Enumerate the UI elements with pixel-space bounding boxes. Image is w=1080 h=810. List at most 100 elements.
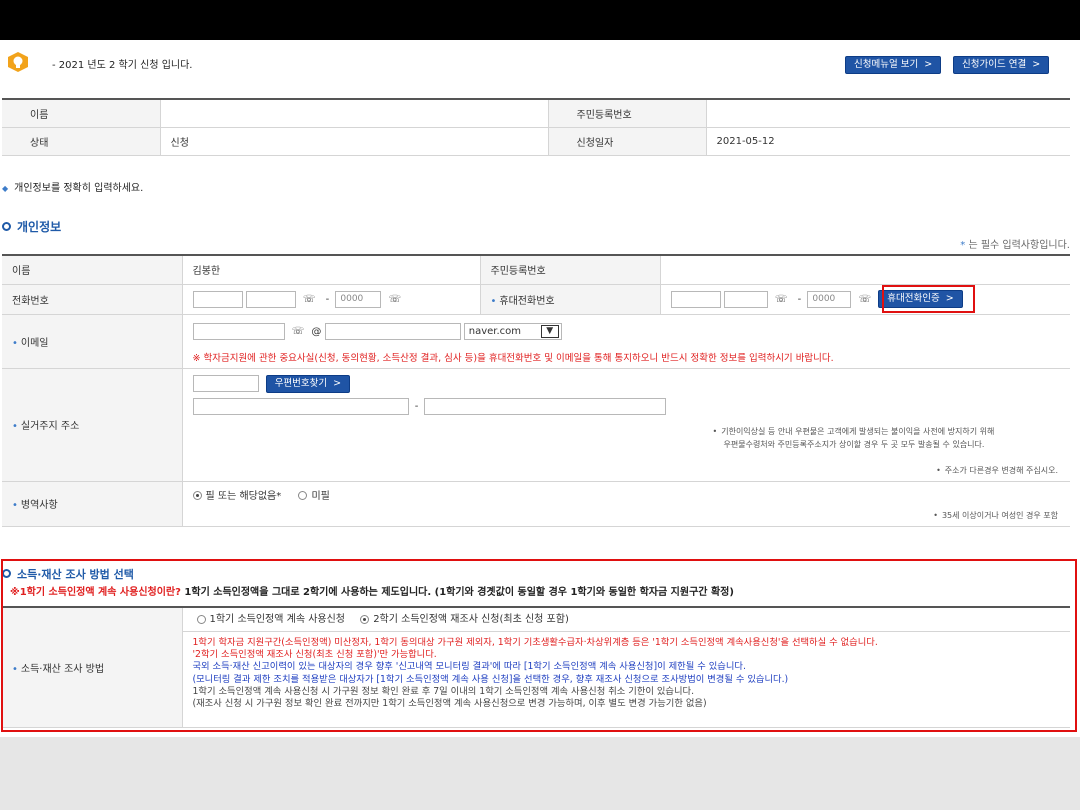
- military-option-2[interactable]: 미필: [298, 490, 330, 502]
- phone-prefix-input[interactable]: [245, 290, 296, 308]
- email-domain-value: naver.com: [468, 325, 522, 337]
- dash: -: [325, 293, 330, 305]
- status-value: 신청: [160, 127, 549, 156]
- guide-button-label: 신청가이드 연결: [962, 59, 1027, 70]
- address-note-3: • 주소가 다른경우 변경해 주십시오.: [936, 465, 1058, 476]
- rrn-value: [706, 99, 1070, 128]
- email-field-group: ☏ @ naver.com ▼ ※ 학자금지원에 관한 중요사실(신청, 동의현황…: [182, 314, 1070, 369]
- required-note-text: 는 필수 입력사항입니다.: [968, 240, 1070, 251]
- military-note-text: 35세 이상이거나 여성인 경우 포함: [941, 510, 1058, 520]
- diamond-icon: ◆: [2, 184, 9, 193]
- bullet-dot: •: [12, 337, 18, 349]
- email-id-input[interactable]: [192, 322, 285, 340]
- bullet-dot: •: [490, 295, 497, 307]
- required-note: * 는 필수 입력사항입니다.: [960, 236, 1070, 251]
- table-row: 이름 김봉한 주민등록번호: [2, 255, 1070, 285]
- mobile-label-text: 휴대전화번호: [499, 295, 555, 307]
- bullet-dot: •: [936, 465, 941, 475]
- mobile-label: • 휴대전화번호: [480, 284, 661, 315]
- bottom-gray-bar: [0, 737, 1080, 810]
- email-domain-select[interactable]: naver.com ▼: [463, 322, 562, 340]
- postcode-search-button[interactable]: 우편번호찾기 >: [265, 374, 351, 393]
- phone-area-input[interactable]: [192, 290, 243, 308]
- bullet-dot: •: [712, 426, 718, 436]
- postcode-input[interactable]: [192, 375, 259, 392]
- manual-button-label: 신청메뉴얼 보기: [854, 59, 919, 70]
- dash: -: [797, 293, 802, 305]
- address-note: • 기한이익상실 등 안내 우편물은 고객에게 발생되는 불이익을 사전에 방지하…: [713, 425, 995, 451]
- bullet-dot: •: [12, 421, 18, 432]
- arrow-right-icon: >: [1032, 59, 1041, 70]
- military-note: • 35세 이상이거나 여성인 경우 포함: [933, 510, 1058, 521]
- military-label: • 병역사항: [2, 481, 183, 527]
- address-note-1: 기한이익상실 등 안내 우편물은 고객에게 발생되는 불이익을 사전에 방지하기…: [721, 426, 995, 436]
- phone-icon: ☏: [302, 293, 316, 305]
- email-at: @: [311, 326, 322, 337]
- address-main-input[interactable]: [192, 397, 409, 415]
- semester-notice: - 2021 년도 2 학기 신청 입니다.: [52, 60, 193, 71]
- dash: -: [414, 400, 419, 412]
- application-summary-table: 이름 주민등록번호 상태 신청 신청일자 2021-05-12: [2, 98, 1070, 156]
- manual-button[interactable]: 신청메뉴얼 보기 >: [845, 56, 942, 74]
- mobile-field-group: ☏ - 0000 ☏ 휴대전화인증 >: [660, 284, 1070, 315]
- phone-field-group: ☏ - 0000 ☏: [182, 284, 481, 315]
- phone-icon: ☏: [291, 325, 305, 337]
- address-label-text: 실거주지 주소: [20, 421, 80, 432]
- name-label: 이름: [2, 255, 183, 285]
- name-value: 김봉한: [182, 255, 481, 285]
- lightbulb-icon: [8, 52, 28, 72]
- personal-title-text: 개인정보: [17, 220, 62, 234]
- military-option-1[interactable]: 필 또는 해당없음*: [192, 490, 282, 502]
- rrn-value: [660, 255, 1070, 285]
- table-row: 상태 신청 신청일자 2021-05-12: [2, 127, 1070, 156]
- input-notice: ◆ 개인정보를 정확히 입력하세요.: [2, 179, 143, 194]
- phone-last-input[interactable]: 0000: [335, 290, 382, 308]
- guide-button[interactable]: 신청가이드 연결 >: [953, 56, 1050, 74]
- circle-bullet-icon: [2, 222, 11, 231]
- phone-icon: ☏: [774, 293, 788, 305]
- postcode-button-label: 우편번호찾기: [274, 377, 328, 389]
- radio-icon[interactable]: [298, 491, 308, 500]
- date-label: 신청일자: [548, 127, 707, 156]
- address-note-2: 우편물수령처와 주민등록주소지가 상이할 경우 두 곳 모두 발송될 수 있습니…: [723, 439, 985, 449]
- military-option-2-label: 미필: [311, 490, 330, 502]
- rrn-label: 주민등록번호: [480, 255, 661, 285]
- phone-icon: ☏: [858, 293, 872, 305]
- mobile-verify-highlight: [882, 285, 975, 313]
- chevron-down-icon: ▼: [540, 324, 559, 338]
- radio-checked-icon[interactable]: [192, 491, 202, 500]
- email-label: • 이메일: [2, 314, 183, 369]
- table-row: 이름 주민등록번호: [2, 99, 1070, 128]
- bullet-dot: •: [12, 500, 18, 511]
- phone-label: 전화번호: [2, 284, 183, 315]
- email-notice: ※ 학자금지원에 관한 중요사실(신청, 동의현황, 소득산정 결과, 심사 등…: [192, 352, 834, 364]
- military-label-text: 병역사항: [20, 500, 58, 511]
- address-detail-input[interactable]: [424, 397, 667, 415]
- rrn-label: 주민등록번호: [548, 99, 707, 128]
- table-row: • 병역사항 필 또는 해당없음* 미필 • 35세 이상이거나 여성인 경우 포함: [2, 481, 1070, 527]
- address-note-3-text: 주소가 다른경우 변경해 주십시오.: [944, 465, 1058, 475]
- date-value: 2021-05-12: [706, 127, 1070, 156]
- email-domain-input[interactable]: [324, 322, 461, 340]
- table-row: • 이메일 ☏ @ naver.com ▼ ※ 학자금지원에 관한 중요사실(신청,…: [2, 314, 1070, 369]
- military-field-group: 필 또는 해당없음* 미필 • 35세 이상이거나 여성인 경우 포함: [182, 481, 1070, 527]
- top-black-bar: [0, 0, 1080, 40]
- mobile-area-input[interactable]: [670, 290, 721, 308]
- mobile-prefix-input[interactable]: [723, 290, 768, 308]
- name-label: 이름: [2, 99, 161, 128]
- name-value: [160, 99, 549, 128]
- input-notice-text: 개인정보를 정확히 입력하세요.: [14, 183, 144, 194]
- address-field-group: 우편번호찾기 > - • 기한이익상실 등 안내 우편물은 고객에게 발생되는 불이…: [182, 368, 1070, 482]
- email-label-text: 이메일: [20, 337, 49, 349]
- status-label: 상태: [2, 127, 161, 156]
- arrow-right-icon: >: [924, 59, 933, 70]
- bullet-dot: •: [933, 510, 938, 520]
- income-section-highlight: [1, 559, 1077, 732]
- mobile-last-input[interactable]: 0000: [807, 290, 852, 308]
- personal-section-title: 개인정보: [2, 218, 61, 235]
- required-star: *: [960, 240, 966, 251]
- arrow-right-icon: >: [333, 377, 342, 389]
- phone-icon: ☏: [388, 293, 402, 305]
- table-row: • 실거주지 주소 우편번호찾기 > - • 기한이익상실 등 안내 우편물은 고객에…: [2, 368, 1070, 482]
- military-option-1-label: 필 또는 해당없음*: [205, 490, 282, 502]
